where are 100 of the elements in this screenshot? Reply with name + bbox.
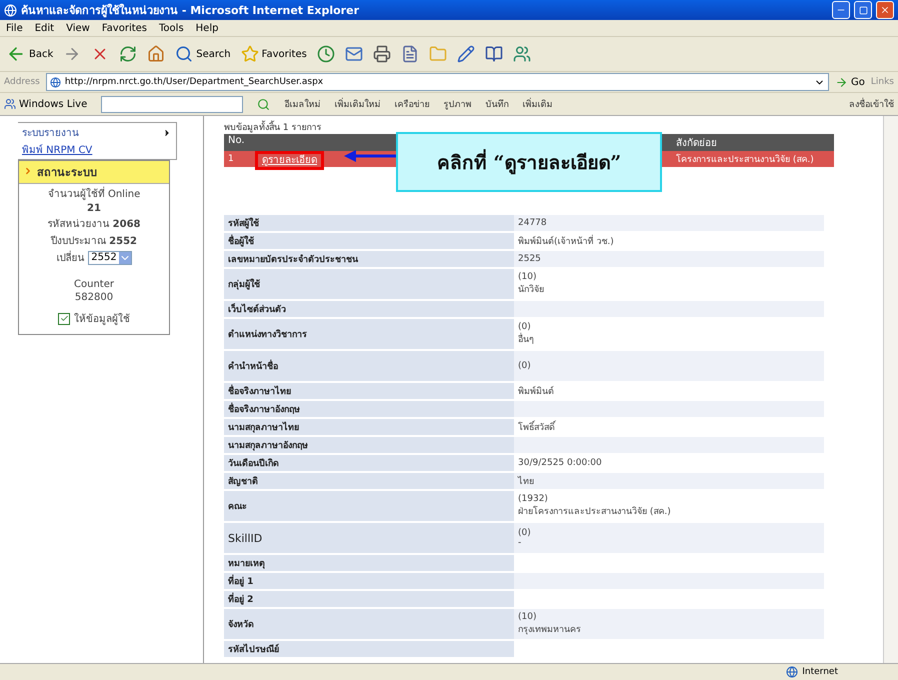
live-toolbar-item[interactable]: เพิ่มเติมใหม่: [334, 97, 380, 111]
table-cell-text: 1: [227, 153, 235, 165]
status-text: 21: [87, 203, 101, 214]
book-button[interactable]: [484, 45, 503, 63]
field-label: ชื่อจริงภาษาไทย: [224, 383, 514, 401]
favorites-icon: [240, 45, 259, 63]
field-value: ไทย: [514, 473, 824, 491]
refresh-button[interactable]: [119, 45, 138, 63]
callout: คลิกที่ “ดูรายละเอียด”: [396, 132, 662, 192]
address-field[interactable]: http://nrpm.nrct.go.th/User/Department_SearchUser.aspx: [46, 73, 829, 91]
folder-icon: [428, 45, 447, 63]
table-cell-text: โครงการและประสานงานวิจัย (สค.): [675, 152, 815, 167]
print-icon: [372, 45, 391, 63]
menu-item[interactable]: Favorites: [102, 22, 148, 34]
detail-link[interactable]: ดูรายละเอียด: [258, 154, 321, 166]
sign-in-link[interactable]: ลงชื่อเข้าใช้: [849, 97, 894, 111]
field-label: วันเดือนปีเกิด: [224, 455, 514, 473]
scrollbar[interactable]: [883, 116, 898, 663]
field-label: ตำแหน่งทางวิชาการ: [224, 319, 514, 351]
field-label: ชื่อจริงภาษาอังกฤษ: [224, 401, 514, 419]
go-arrow-icon: [835, 76, 848, 88]
field-label: ชื่อผู้ใช้: [224, 233, 514, 251]
people-icon: [4, 98, 16, 110]
column-header: สังกัดย่อย: [675, 137, 718, 151]
people-button[interactable]: [512, 45, 531, 63]
edit-icon: [400, 45, 419, 63]
address-label: Address: [4, 77, 40, 87]
live-toolbar-item[interactable]: เพิ่มเติม: [522, 97, 552, 111]
side-menu-item[interactable]: พิมพ์ NRPM CV: [22, 142, 92, 157]
field-label: สัญชาติ: [224, 473, 514, 491]
year-label: เปลี่ยน: [56, 250, 84, 265]
home-icon: [147, 45, 166, 63]
checkbox-label: ให้ข้อมูลผู้ใช้: [74, 312, 130, 326]
live-search-field[interactable]: [101, 96, 244, 112]
home-button[interactable]: [147, 45, 166, 63]
check-icon: [60, 314, 68, 323]
field-label: ที่อยู่ 1: [224, 573, 514, 591]
live-toolbar-item[interactable]: อีเมลใหม่: [284, 97, 320, 111]
maximize-button[interactable]: [854, 1, 872, 19]
field-label: นามสกุลภาษาอังกฤษ: [224, 437, 514, 455]
pen-icon: [456, 45, 475, 63]
menu-item[interactable]: Tools: [159, 22, 184, 34]
favorites-button[interactable]: Favorites: [240, 45, 307, 63]
pen-button[interactable]: [456, 45, 475, 63]
menu-item[interactable]: Edit: [34, 22, 54, 34]
print-button[interactable]: [372, 45, 391, 63]
search-button[interactable]: Search: [175, 45, 231, 63]
history-icon: [316, 45, 335, 63]
column-header: No.: [227, 134, 246, 148]
menu-item[interactable]: Help: [196, 22, 218, 34]
field-label: จังหวัด: [224, 609, 514, 641]
result-summary: พบข้อมูลทั้งสิ้น 1 รายการ: [224, 120, 869, 134]
chevron-icon: [23, 166, 33, 176]
status-text: รหัสหน่วยงาน 2068: [47, 218, 141, 231]
field-label: คณะ: [224, 491, 514, 523]
mail-button[interactable]: [344, 45, 363, 63]
field-value: 24778: [514, 215, 824, 233]
pointer-arrow: [344, 150, 398, 162]
go-button[interactable]: Go: [835, 76, 865, 88]
minimize-button[interactable]: [832, 1, 850, 19]
field-label: เลขหมายบัตรประจำตัวประชาชน: [224, 251, 514, 269]
dropdown-icon: [118, 252, 131, 264]
globe-icon: [786, 666, 798, 678]
edit-button[interactable]: [400, 45, 419, 63]
search-icon[interactable]: [257, 98, 270, 110]
zone-text: Internet: [802, 667, 838, 677]
maximize-icon: [858, 6, 868, 14]
live-toolbar-item[interactable]: เครือข่าย: [394, 97, 430, 111]
history-button[interactable]: [316, 45, 335, 63]
menu-item[interactable]: View: [66, 22, 90, 34]
counter-value: 582800: [74, 292, 114, 303]
field-label: SkillID: [224, 523, 514, 555]
windows-live-button[interactable]: Windows Live: [4, 98, 88, 110]
field-label: นามสกุลภาษาไทย: [224, 419, 514, 437]
close-icon: [880, 5, 890, 15]
field-value: (10) กรุงเทพมหานคร: [514, 609, 824, 641]
field-value: (0): [514, 351, 824, 383]
book-icon: [484, 45, 503, 63]
field-label: รหัสไปรษณีย์: [224, 641, 514, 659]
field-label: ที่อยู่ 2: [224, 591, 514, 609]
menu-item[interactable]: File: [6, 22, 23, 34]
field-label: คำนำหน้าชื่อ: [224, 351, 514, 383]
status-text: จำนวนผู้ใช้ที่ Online: [48, 186, 140, 201]
browser-icon: [4, 4, 17, 16]
search-icon: [175, 45, 194, 63]
checkbox[interactable]: [58, 312, 70, 324]
field-value: (0) -: [514, 523, 824, 555]
people-icon: [512, 45, 531, 63]
live-toolbar-item[interactable]: รูปภาพ: [443, 97, 472, 111]
year-select[interactable]: 2552: [88, 250, 132, 264]
back-button[interactable]: Back: [6, 44, 54, 64]
counter-label: Counter: [74, 279, 114, 290]
side-menu-item[interactable]: ระบบรายงาน: [22, 125, 79, 140]
live-toolbar-item[interactable]: บันทึก: [485, 97, 508, 111]
panel-title: สถานะระบบ: [19, 161, 169, 184]
page-icon: [50, 76, 61, 88]
window-title: ค้นหาและจัดการผู้ใช้ในหน่วยงาน - Microsoft Internet Explorer: [21, 2, 360, 19]
field-label: หมายเหตุ: [224, 555, 514, 573]
close-button[interactable]: [876, 1, 894, 19]
refresh-icon: [119, 45, 138, 63]
